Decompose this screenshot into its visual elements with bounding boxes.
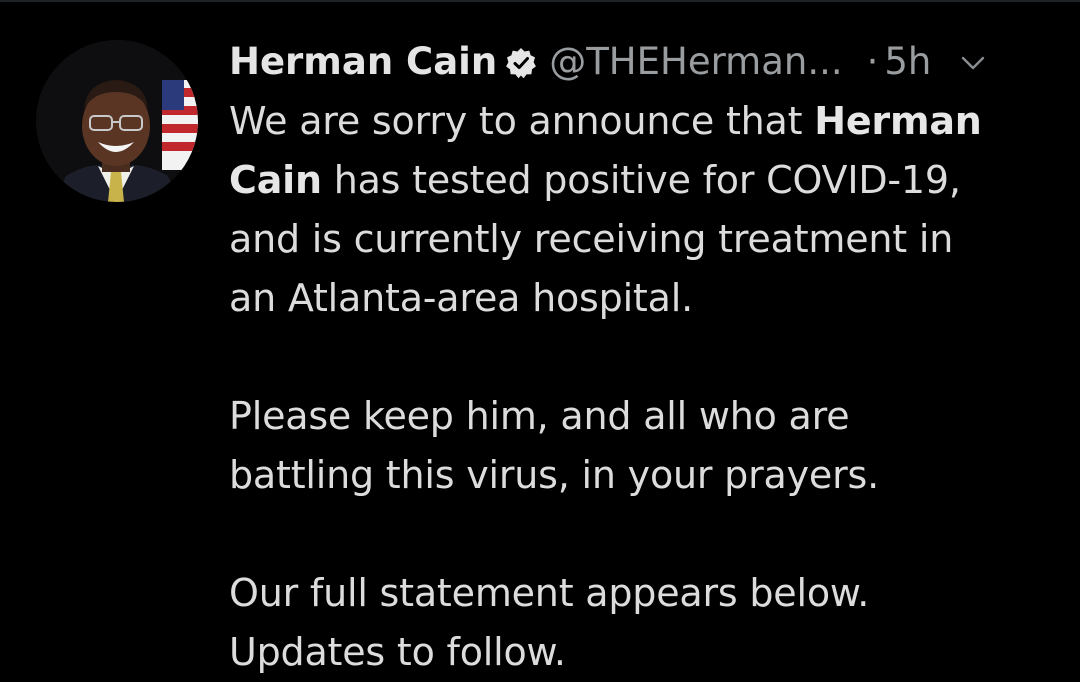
tweet-line: Our full statement appears below. bbox=[229, 571, 870, 615]
tweet-line: Cain has tested positive for COVID-19, bbox=[229, 151, 1049, 210]
tweet-line: Please keep him, and all who are bbox=[229, 394, 850, 438]
tweet-text: We are sorry to announce that bbox=[229, 99, 815, 143]
tweet-header: Herman Cain @THEHerman... · 5h bbox=[229, 36, 1049, 86]
handle[interactable]: @THEHerman... bbox=[549, 40, 842, 83]
avatar-photo bbox=[36, 40, 198, 202]
tweet-text-bold: Herman bbox=[814, 99, 982, 143]
tweet-body: We are sorry to announce that Herman Cai… bbox=[229, 92, 1049, 682]
top-divider bbox=[0, 0, 1080, 2]
tweet-line: We are sorry to announce that Herman bbox=[229, 92, 1049, 151]
tweet-line: an Atlanta-area hospital. bbox=[229, 276, 693, 320]
tweet[interactable]: Herman Cain @THEHerman... · 5h We are so… bbox=[229, 36, 1049, 682]
chevron-down-icon[interactable] bbox=[957, 45, 989, 77]
tweet-text-bold: Cain bbox=[229, 158, 322, 202]
tweet-line: and is currently receiving treatment in bbox=[229, 217, 954, 261]
verified-badge-icon bbox=[505, 45, 537, 79]
separator-dot: · bbox=[866, 39, 879, 83]
avatar[interactable] bbox=[36, 40, 198, 202]
display-name[interactable]: Herman Cain bbox=[229, 40, 497, 83]
timestamp[interactable]: 5h bbox=[884, 40, 931, 83]
tweet-text: has tested positive for COVID-19, bbox=[321, 158, 961, 202]
tweet-line: Updates to follow. bbox=[229, 630, 566, 674]
tweet-line: battling this virus, in your prayers. bbox=[229, 453, 879, 497]
